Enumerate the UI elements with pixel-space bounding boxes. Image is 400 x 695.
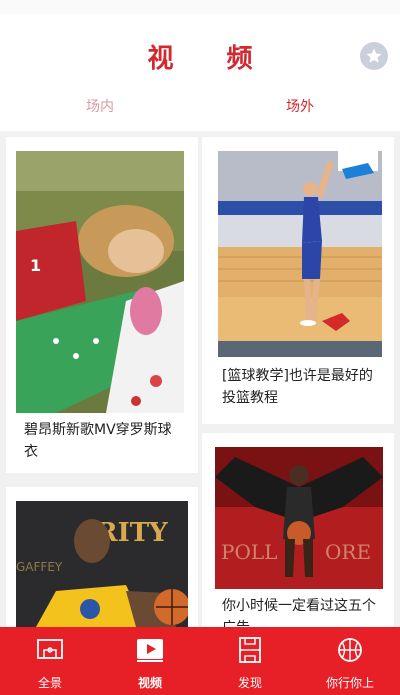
video-card[interactable]: POLL ORE 你小时候一定看过这五个广告 <box>202 433 394 636</box>
nav-label: 发现 <box>237 676 262 690</box>
nav-item-challenge[interactable]: 你行你上 <box>300 627 400 695</box>
tab-outdoor[interactable]: 场外 <box>200 92 400 122</box>
svg-text:1: 1 <box>30 256 41 275</box>
video-thumbnail <box>218 151 382 357</box>
category-tabs: 场内 场外 <box>0 92 400 122</box>
nav-item-discover[interactable]: 发现 <box>200 627 300 695</box>
nav-item-overview[interactable]: 全景 <box>0 627 100 695</box>
nav-item-video[interactable]: 视频 <box>100 627 200 695</box>
star-icon <box>366 48 382 63</box>
video-thumbnail: RITY GAFFEY <box>16 501 188 627</box>
status-bar <box>0 0 400 14</box>
video-thumbnail: 1 <box>16 151 184 413</box>
video-play-icon <box>135 635 165 665</box>
svg-text:POLL: POLL <box>221 540 277 564</box>
video-title: [篮球教学]也许是最好的投篮教程 <box>222 368 373 406</box>
header: 视 频 场内 场外 <box>0 0 400 131</box>
favorite-button[interactable] <box>360 42 388 70</box>
video-card[interactable]: [篮球教学]也许是最好的投篮教程 <box>202 137 394 424</box>
video-title: 碧昂斯新歌MV穿罗斯球衣 <box>24 422 172 460</box>
court-discover-icon <box>235 635 265 665</box>
bottom-nav: 全景 视频 发现 你行你上 <box>0 627 400 695</box>
nav-label: 你行你上 <box>325 676 374 690</box>
court-overview-icon <box>35 635 65 665</box>
basketball-icon <box>335 635 365 665</box>
video-card[interactable]: RITY GAFFEY <box>6 487 198 627</box>
svg-text:ORE: ORE <box>325 540 371 564</box>
video-card[interactable]: 1 碧昂斯新歌MV穿罗斯球衣 <box>6 137 198 473</box>
page-title: 视 频 <box>147 44 275 74</box>
svg-text:GAFFEY: GAFFEY <box>16 560 63 574</box>
tab-indoor[interactable]: 场内 <box>0 92 200 122</box>
video-thumbnail: POLL ORE <box>215 447 383 589</box>
nav-label: 视频 <box>137 676 162 690</box>
nav-label: 全景 <box>37 676 62 690</box>
